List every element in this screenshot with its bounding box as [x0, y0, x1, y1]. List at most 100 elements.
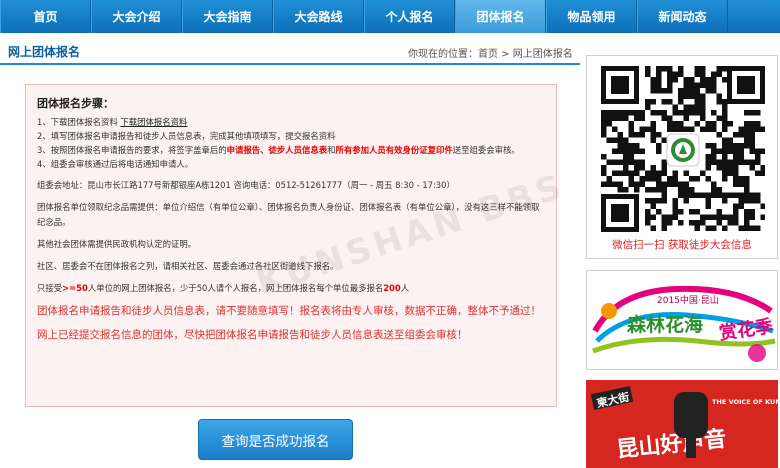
qr-module [601, 170, 607, 176]
step-3-required-docs: 申请报告、徒步人员信息表 [226, 145, 328, 155]
qr-module [716, 220, 722, 226]
qr-module [705, 198, 711, 204]
qr-module [645, 176, 651, 182]
kunshan-voice-banner[interactable]: 柬大街 昆山好声音 THE VOICE OF KUNSHAN [586, 380, 778, 468]
qr-module [628, 132, 634, 138]
qr-module [650, 77, 656, 83]
qr-module [705, 176, 711, 182]
committee-address: 组委会地址：昆山市长江路177号新都银座A栋1201 咨询电话：0512-512… [37, 180, 455, 190]
qr-module [601, 181, 607, 187]
nav-item-intro[interactable]: 大会介绍 [91, 0, 182, 33]
qr-module [678, 126, 684, 132]
qr-module [672, 126, 678, 132]
qr-module [700, 115, 706, 121]
qr-module [744, 132, 750, 138]
qr-module [667, 181, 673, 187]
qr-module [656, 66, 662, 72]
qr-module [733, 143, 739, 149]
qr-module [623, 143, 629, 149]
qr-module [733, 148, 739, 154]
qr-module [694, 220, 700, 226]
main-nav: 首页 大会介绍 大会指南 大会路线 个人报名 团体报名 物品领用 新闻动态 [0, 0, 780, 33]
qr-module [639, 110, 645, 116]
qr-module [628, 126, 634, 132]
qr-module [705, 143, 711, 149]
qr-module [722, 137, 728, 143]
qr-module [738, 225, 744, 231]
qr-module [727, 220, 733, 226]
qr-module [749, 143, 755, 149]
qr-module [683, 187, 689, 193]
qr-module [683, 93, 689, 99]
qr-module [711, 159, 717, 165]
qr-module [606, 110, 612, 116]
qr-module [727, 137, 733, 143]
qr-module [689, 93, 695, 99]
qr-module [661, 137, 667, 143]
qr-module [727, 159, 733, 165]
qr-module [722, 176, 728, 182]
download-materials-link[interactable]: 下载团体报名资料 [120, 117, 187, 127]
qr-module [749, 165, 755, 171]
qr-module [733, 214, 739, 220]
qr-module [601, 110, 607, 116]
qr-module [606, 137, 612, 143]
qr-module [755, 121, 761, 127]
nav-item-news[interactable]: 新闻动态 [637, 0, 728, 33]
nav-item-goods[interactable]: 物品领用 [546, 0, 637, 33]
qr-module [645, 198, 651, 204]
qr-module [678, 220, 684, 226]
qr-module [656, 143, 662, 149]
qr-module [727, 148, 733, 154]
souvenir-requirements: 团体报名单位领取纪念品需提供：单位介绍信（有单位公章）、团体报名负责人身份证、团… [37, 202, 540, 227]
qr-module [738, 181, 744, 187]
qr-module [667, 77, 673, 83]
nav-item-personal-signup[interactable]: 个人报名 [364, 0, 455, 33]
qr-module [683, 181, 689, 187]
qr-module [645, 71, 651, 77]
qr-module [727, 143, 733, 149]
qr-module [705, 154, 711, 160]
qr-module [722, 115, 728, 121]
qr-module [705, 88, 711, 94]
qr-module [661, 214, 667, 220]
qr-module [705, 121, 711, 127]
qr-module [678, 121, 684, 127]
qr-module [661, 225, 667, 231]
nav-item-group-signup[interactable]: 团体报名 [455, 0, 546, 33]
qr-module [650, 137, 656, 143]
nav-item-home[interactable]: 首页 [0, 0, 91, 33]
nav-item-route[interactable]: 大会路线 [273, 0, 364, 33]
qr-module [678, 66, 684, 72]
ad1-text-b: 森林花海 [627, 313, 703, 336]
qr-module [700, 220, 706, 226]
qr-module [678, 209, 684, 215]
qr-module [623, 137, 629, 143]
qr-module [617, 143, 623, 149]
qr-module [667, 176, 673, 182]
qr-module [727, 192, 733, 198]
qr-module [711, 126, 717, 132]
query-signup-status-button[interactable]: 查询是否成功报名 [198, 419, 353, 460]
qr-module [645, 209, 651, 215]
flower-season-banner[interactable]: 2015中国·昆山 森林花海 赏花季 [586, 270, 778, 370]
qr-module [700, 104, 706, 110]
nav-item-guide[interactable]: 大会指南 [182, 0, 273, 33]
qr-module [672, 121, 678, 127]
qr-module [683, 115, 689, 121]
qr-module [634, 115, 640, 121]
qr-module [733, 170, 739, 176]
qr-module [634, 181, 640, 187]
qr-module [601, 154, 607, 160]
qr-module [683, 198, 689, 204]
qr-module [650, 88, 656, 94]
qr-module [705, 203, 711, 209]
group-size-part-c: 人 [400, 283, 410, 293]
qr-module [711, 143, 717, 149]
qr-module [700, 71, 706, 77]
qr-module [645, 187, 651, 193]
qr-module [705, 225, 711, 231]
qr-module [650, 170, 656, 176]
qr-module [700, 192, 706, 198]
qr-module [628, 176, 634, 182]
